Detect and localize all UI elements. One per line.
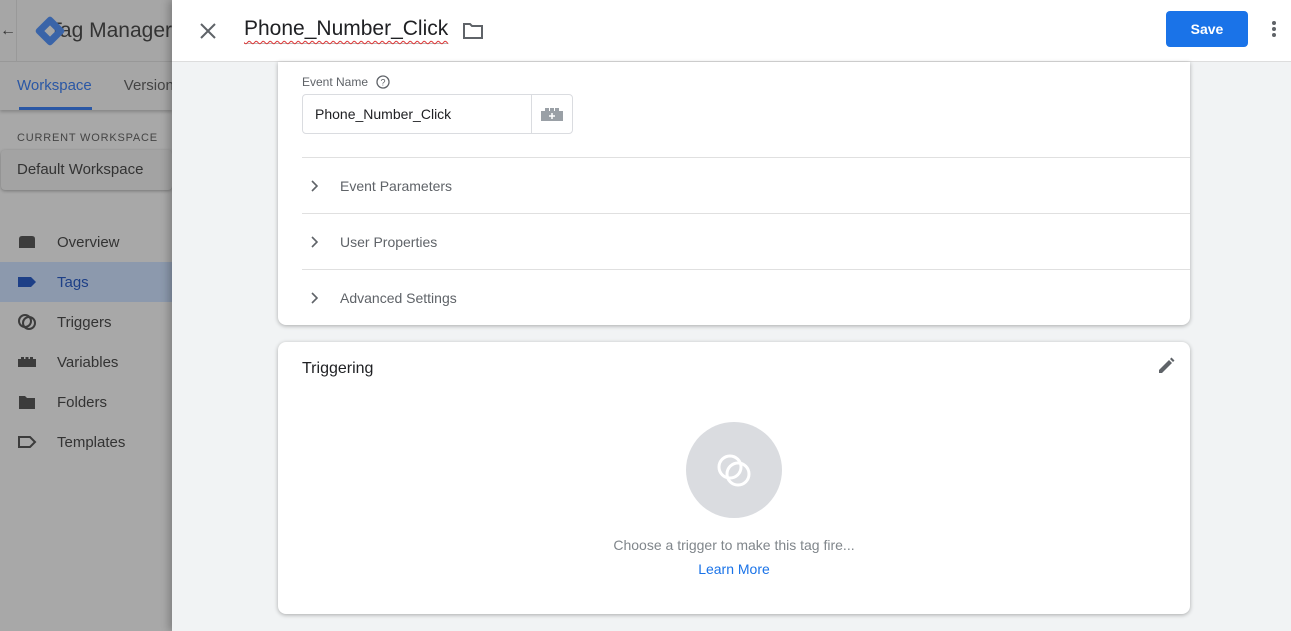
tab-workspace[interactable]: Workspace: [17, 62, 92, 110]
editor-header: Phone_Number_Click Save: [172, 0, 1291, 62]
sidebar-item-overview[interactable]: Overview: [0, 222, 172, 262]
workspace-selector[interactable]: Default Workspace: [1, 150, 172, 190]
variable-icon: [18, 357, 36, 367]
close-icon[interactable]: [198, 21, 218, 41]
learn-more-link[interactable]: Learn More: [278, 561, 1190, 577]
svg-text:?: ?: [381, 78, 386, 88]
folder-icon: [19, 396, 35, 409]
sidebar-item-templates[interactable]: Templates: [0, 422, 172, 462]
app-title: Tag Manager: [49, 18, 172, 42]
gtm-logo: [33, 14, 66, 48]
sidebar-item-tags[interactable]: Tags: [0, 262, 172, 302]
sidebar-item-variables[interactable]: Variables: [0, 342, 172, 382]
tag-configuration-card: Event Name ? Event Parameters User Prope…: [278, 62, 1190, 325]
user-properties-section[interactable]: User Properties: [302, 213, 1190, 269]
template-icon: [18, 436, 37, 448]
edit-pencil-icon[interactable]: [1156, 356, 1176, 376]
overview-icon: [19, 236, 35, 248]
event-name-label: Event Name ?: [302, 75, 390, 89]
back-arrow-icon[interactable]: ←: [0, 0, 17, 62]
triggering-card[interactable]: Triggering Choose a trigger to make this…: [278, 342, 1190, 614]
event-parameters-section[interactable]: Event Parameters: [302, 157, 1190, 213]
event-name-input[interactable]: [303, 95, 532, 133]
tag-editor-panel: Phone_Number_Click Save Event Name ? Eve…: [172, 0, 1291, 631]
workspace-tabs: Workspace Versions: [0, 62, 172, 110]
save-button[interactable]: Save: [1166, 11, 1248, 47]
help-icon[interactable]: ?: [376, 75, 390, 89]
chevron-right-icon: [311, 235, 318, 248]
folder-icon[interactable]: [462, 22, 484, 40]
trigger-hint: Choose a trigger to make this tag fire..…: [613, 537, 855, 553]
more-vert-icon[interactable]: [1270, 20, 1278, 40]
event-name-field: [302, 94, 573, 134]
app-bar: ← Tag Manager: [0, 0, 172, 62]
sidebar-nav: Overview Tags Triggers Variables Folders…: [0, 222, 172, 462]
sidebar-item-triggers[interactable]: Triggers: [0, 302, 172, 342]
current-workspace-label: CURRENT WORKSPACE: [17, 132, 158, 144]
tab-versions[interactable]: Versions: [124, 62, 172, 110]
triggering-title: Triggering: [302, 360, 374, 377]
tag-icon: [18, 277, 36, 287]
chevron-right-icon: [311, 179, 318, 192]
chevron-right-icon: [311, 291, 318, 304]
trigger-icon: [18, 314, 36, 330]
sidebar-item-folders[interactable]: Folders: [0, 382, 172, 422]
advanced-settings-section[interactable]: Advanced Settings: [302, 269, 1190, 325]
tag-name-title[interactable]: Phone_Number_Click: [244, 17, 449, 44]
insert-variable-button[interactable]: [531, 95, 572, 133]
background-app: ← Tag Manager Workspace Versions CURRENT…: [0, 0, 172, 631]
variable-plus-icon: [541, 108, 564, 121]
trigger-placeholder-icon[interactable]: [686, 422, 782, 518]
